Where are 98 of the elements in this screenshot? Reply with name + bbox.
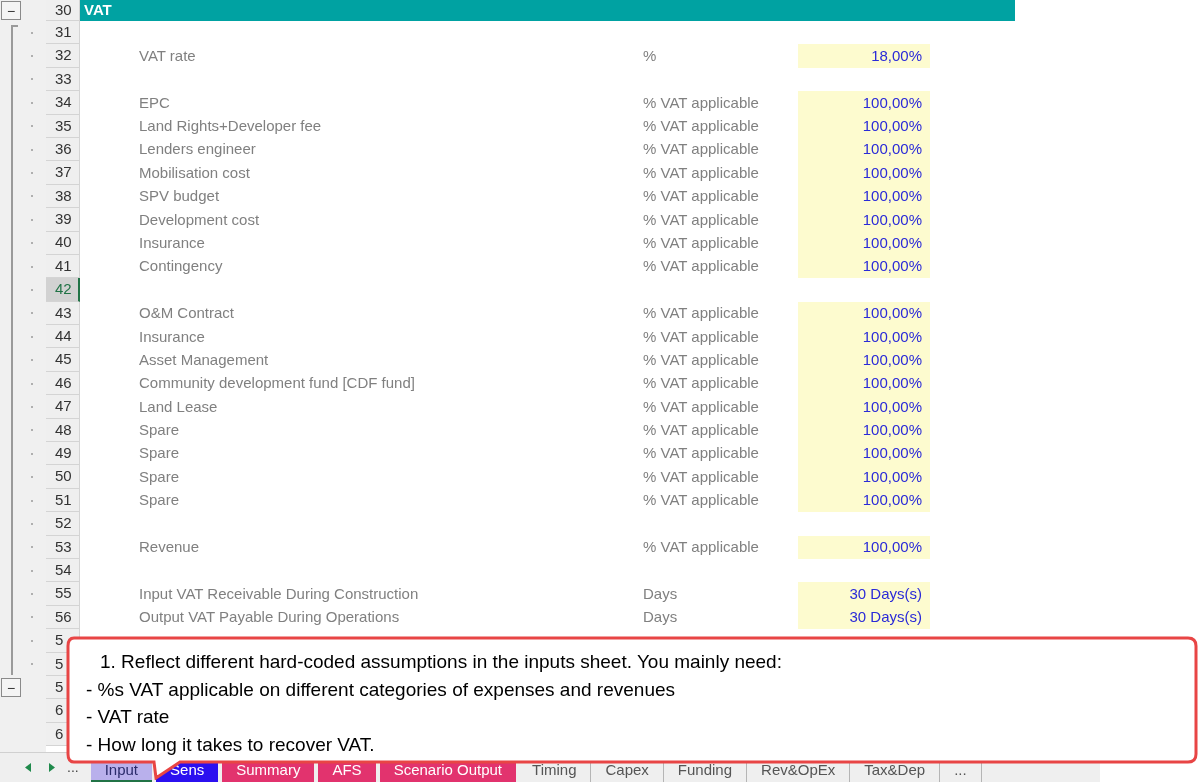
row-label: Land Lease: [139, 396, 219, 417]
input-cell[interactable]: 100,00%: [798, 301, 930, 326]
unit-cell-text: % VAT applicable: [643, 326, 760, 347]
row-header[interactable]: 55: [46, 582, 80, 606]
unit-cell-text: % VAT applicable: [643, 162, 760, 183]
row-header[interactable]: 33: [46, 67, 80, 92]
row-label: Lenders engineer: [139, 139, 257, 160]
unit-cell-text: % VAT applicable: [643, 373, 760, 394]
row-label: Community development fund [CDF fund]: [139, 373, 416, 394]
row-header[interactable]: 34: [46, 91, 80, 115]
input-cell[interactable]: 100,00%: [798, 231, 930, 255]
row-label: Insurance: [139, 232, 206, 253]
input-cell[interactable]: 100,00%: [798, 371, 930, 396]
input-cell[interactable]: 100,00%: [798, 395, 930, 419]
row-header[interactable]: 39: [46, 208, 80, 232]
section-header: VAT: [80, 0, 1015, 21]
input-cell[interactable]: 100,00%: [798, 91, 930, 115]
unit-cell-text: % VAT applicable: [643, 256, 760, 277]
row-header[interactable]: 56: [46, 605, 80, 630]
unit-cell-text: % VAT applicable: [643, 466, 760, 487]
row-header[interactable]: 30: [46, 0, 80, 21]
unit-cell-text: % VAT applicable: [643, 303, 760, 324]
row-header[interactable]: 53: [46, 535, 80, 559]
row-header[interactable]: 35: [46, 114, 80, 138]
input-cell[interactable]: 100,00%: [798, 184, 930, 209]
unit-cell-text: % VAT applicable: [643, 537, 760, 558]
input-cell[interactable]: 100,00%: [798, 465, 930, 489]
unit-cell-text: % VAT applicable: [643, 490, 760, 511]
input-cell[interactable]: 100,00%: [798, 114, 930, 138]
callout-line: - VAT rate: [86, 705, 171, 729]
unit-cell-text: % VAT applicable: [643, 139, 760, 160]
row-label: Insurance: [139, 326, 206, 347]
row-header[interactable]: 51: [46, 488, 80, 513]
collapse-button[interactable]: −: [1, 678, 21, 698]
row-header[interactable]: 46: [46, 371, 80, 396]
row-label: Spare: [139, 443, 181, 464]
input-cell[interactable]: 30 Days(s): [798, 582, 930, 606]
row-label: Spare: [139, 490, 181, 511]
input-cell[interactable]: 100,00%: [798, 535, 930, 559]
row-label: Land Rights+Developer fee: [139, 116, 323, 136]
row-label: Asset Management: [139, 349, 270, 370]
row-label: O&M Contract: [139, 303, 236, 324]
row-header[interactable]: 48: [46, 418, 80, 443]
unit-cell-text: Days: [643, 607, 679, 628]
scroll-left-icon[interactable]: [25, 763, 31, 772]
row-header[interactable]: 47: [46, 395, 80, 419]
input-cell[interactable]: 100,00%: [798, 254, 930, 279]
row-header[interactable]: 52: [46, 512, 80, 536]
row-header[interactable]: 32: [46, 44, 80, 68]
row-label: Revenue: [139, 537, 201, 558]
scroll-right-icon[interactable]: [49, 763, 55, 772]
unit-cell-text: % VAT applicable: [643, 349, 760, 370]
callout-line: - %s VAT applicable on different categories of expenses and revenues: [86, 677, 676, 702]
input-cell[interactable]: 18,00%: [798, 44, 930, 68]
row-header[interactable]: 43: [46, 301, 80, 326]
row-label: Mobilisation cost: [139, 162, 251, 183]
input-cell[interactable]: 30 Days(s): [798, 605, 930, 630]
row-label: VAT rate: [139, 45, 197, 66]
unit-cell-text: % VAT applicable: [643, 116, 760, 136]
row-header[interactable]: 45: [46, 348, 80, 372]
row-header[interactable]: 50: [46, 465, 80, 489]
unit-cell-text: % VAT applicable: [643, 420, 760, 441]
input-cell[interactable]: 100,00%: [798, 137, 930, 162]
input-cell[interactable]: 100,00%: [798, 418, 930, 443]
unit-cell-text: % VAT applicable: [643, 232, 760, 253]
input-cell[interactable]: 100,00%: [798, 208, 930, 232]
row-header[interactable]: 37: [46, 161, 80, 185]
row-label: Development cost: [139, 209, 261, 230]
input-cell[interactable]: 100,00%: [798, 488, 930, 513]
row-header[interactable]: 49: [46, 442, 80, 466]
row-header[interactable]: 40: [46, 231, 80, 255]
row-header[interactable]: 42: [46, 278, 80, 302]
unit-cell-text: % VAT applicable: [643, 209, 760, 230]
input-cell[interactable]: 100,00%: [798, 161, 930, 185]
row-header[interactable]: 38: [46, 184, 80, 209]
row-label: EPC: [139, 92, 171, 113]
row-header[interactable]: 36: [46, 137, 80, 162]
callout-line: 1. Reflect different hard-coded assumptions in the inputs sheet. You mainly need:: [100, 650, 782, 674]
row-label: Spare: [139, 466, 181, 487]
unit-cell-text: Days: [643, 583, 679, 604]
unit-cell-text: % VAT applicable: [643, 443, 760, 464]
row-label: SPV budget: [139, 186, 221, 207]
row-header[interactable]: 54: [46, 559, 80, 583]
row-header[interactable]: 44: [46, 325, 80, 349]
input-cell[interactable]: 100,00%: [798, 325, 930, 349]
row-label: Contingency: [139, 256, 224, 277]
unit-cell-text: % VAT applicable: [643, 186, 760, 207]
input-cell[interactable]: 100,00%: [798, 442, 930, 466]
unit-cell-text: % VAT applicable: [643, 92, 760, 113]
row-header[interactable]: 31: [46, 21, 80, 45]
row-label: Input VAT Receivable During Construction: [139, 583, 420, 604]
unit-cell-text: %: [643, 45, 658, 66]
collapse-button[interactable]: −: [1, 1, 21, 20]
row-label: Spare: [139, 420, 181, 441]
row-label: Output VAT Payable During Operations: [139, 607, 401, 628]
unit-cell-text: % VAT applicable: [643, 396, 760, 417]
row-header[interactable]: 41: [46, 254, 80, 279]
input-cell[interactable]: 100,00%: [798, 348, 930, 372]
